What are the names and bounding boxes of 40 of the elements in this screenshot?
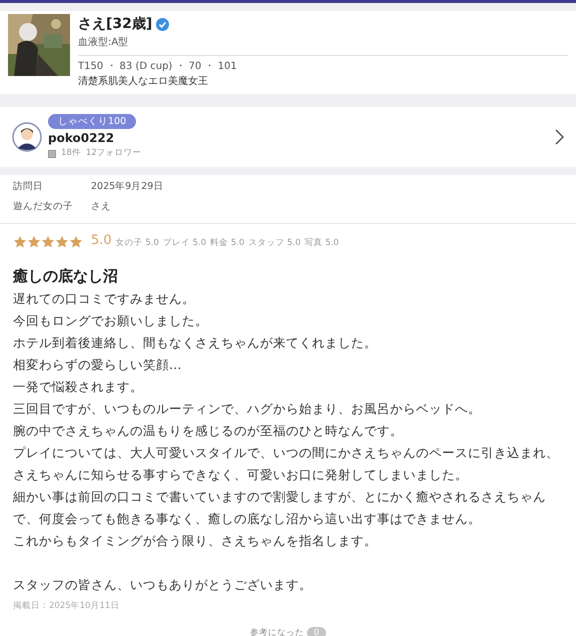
review-count: 18件 bbox=[61, 147, 81, 160]
info-value: さえ bbox=[91, 200, 111, 214]
blood-type: 血液型:A型 bbox=[78, 36, 130, 50]
profile-name: さえ[32歳] bbox=[78, 15, 152, 34]
review-paragraph: 腕の中でさえちゃんの温もりを感じるのが至福のひと時なんです。 bbox=[13, 422, 404, 440]
measurements: T150 ・ 83 (D cup) ・ 70 ・ 101 bbox=[78, 60, 238, 74]
helpful-label: 参考になった bbox=[250, 626, 304, 636]
catchphrase: 清楚系肌美人なエロ美魔女王 bbox=[78, 74, 209, 89]
star-icon bbox=[13, 235, 27, 249]
rating-item: 女の子 5.0 bbox=[116, 237, 159, 249]
info-value: 2025年9月29日 bbox=[91, 180, 164, 194]
star-icon bbox=[55, 235, 69, 249]
star-icon bbox=[41, 235, 55, 249]
posted-date: 掲載日：2025年10月11日 bbox=[13, 600, 120, 613]
review-paragraph: 細かい事は前回の口コミで書いていますので割愛しますが、とにかく癒やされるさえちゃんで、何度会っても飽きる事なく、癒しの底なし沼から這い出す事はできません。 bbox=[13, 488, 547, 528]
info-label: 遊んだ女の子 bbox=[13, 200, 74, 214]
review-paragraph: スタッフの皆さん、いつもありがとうございます。 bbox=[13, 576, 313, 594]
review-paragraph: プレイについては、大人可愛いスタイルで、いつの間にかさえちゃんのペースに引き込まれ、さえちゃんに知らせる事すらできなく、可愛いお口に発射してしまいました。 bbox=[13, 444, 560, 484]
review-paragraph: これからもタイミングが合う限り、さえちゃんを指名します。 bbox=[13, 532, 378, 550]
review-paragraph: ホテル到着後連絡し、間もなくさえちゃんが来てくれました。 bbox=[13, 334, 378, 352]
info-label: 訪問日 bbox=[13, 180, 44, 194]
rating-item: プレイ 5.0 bbox=[162, 237, 206, 249]
avatar-icon bbox=[12, 122, 42, 152]
rating-item: 料金 5.0 bbox=[210, 237, 244, 249]
chevron-right-icon bbox=[555, 129, 564, 145]
rating-item: スタッフ 5.0 bbox=[248, 237, 301, 249]
star-icon bbox=[27, 235, 41, 249]
review-paragraph: 遅れての口コミですみません。 bbox=[13, 290, 196, 308]
star-icon bbox=[69, 235, 83, 249]
reviewer-name: poko0222 bbox=[48, 130, 116, 148]
rating-item: 写真 5.0 bbox=[304, 237, 339, 249]
review-title: 癒しの底なし沼 bbox=[13, 266, 119, 287]
review-paragraph: 一発で悩殺されます。 bbox=[13, 378, 144, 396]
document-icon bbox=[48, 150, 56, 158]
review-paragraph: 今回もロングでお願いしました。 bbox=[13, 312, 209, 330]
review-paragraph: 相変わらずの愛らしい笑顔… bbox=[13, 356, 182, 374]
review-paragraph: 三回目ですが、いつものルーティンで、ハグから始まり、お風呂からベッドへ。 bbox=[13, 400, 482, 418]
follower-count: 12フォロワー bbox=[86, 147, 142, 160]
reviewer-badge: しゃべくり100 bbox=[48, 114, 136, 130]
rating-score: 5.0 bbox=[91, 233, 112, 249]
